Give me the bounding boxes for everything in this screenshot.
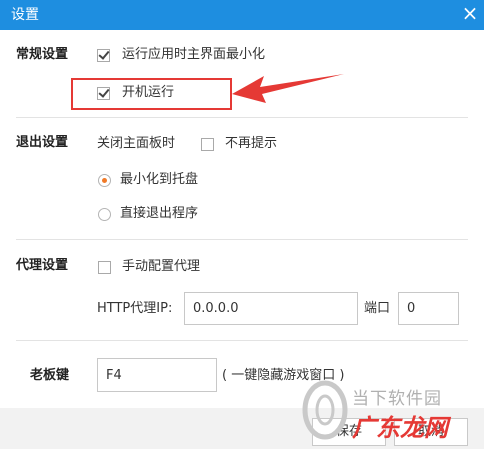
- http-proxy-ip-input[interactable]: [184, 292, 358, 325]
- exit-directly-radio[interactable]: [98, 208, 111, 221]
- manual-proxy-label: 手动配置代理: [122, 259, 201, 274]
- minimize-on-run-label: 运行应用时主界面最小化: [122, 47, 266, 62]
- port-input[interactable]: [398, 292, 459, 325]
- annotation-highlight-box: [71, 78, 232, 110]
- close-button[interactable]: ×: [458, 2, 482, 26]
- section-divider: [16, 239, 468, 240]
- minimize-to-tray-label: 最小化到托盘: [120, 172, 199, 187]
- watermark-logo-icon: [302, 380, 348, 440]
- proxy-settings-label: 代理设置: [16, 258, 69, 273]
- exit-settings-label: 退出设置: [16, 135, 69, 150]
- minimize-on-run-checkbox[interactable]: [97, 48, 110, 62]
- http-proxy-ip-label: HTTP代理IP:: [97, 301, 173, 316]
- section-divider: [16, 117, 468, 118]
- watermark-brand: 广东龙网: [352, 414, 448, 442]
- exit-directly-label: 直接退出程序: [120, 206, 199, 221]
- no-prompt-checkbox[interactable]: [201, 138, 214, 151]
- annotation-arrow-icon: [232, 74, 344, 103]
- section-divider: [16, 340, 468, 341]
- general-settings-label: 常规设置: [16, 47, 69, 62]
- manual-proxy-checkbox[interactable]: [98, 261, 111, 274]
- port-label: 端口: [364, 301, 391, 316]
- watermark: 当下软件园 广东龙网: [296, 378, 482, 449]
- boss-key-label: 老板键: [30, 368, 70, 383]
- watermark-site-name: 当下软件园: [352, 389, 442, 409]
- radio-selected-dot: [102, 178, 107, 183]
- close-icon: ×: [461, 1, 479, 25]
- close-panel-label: 关闭主面板时: [97, 136, 176, 151]
- title-bar: [0, 0, 484, 30]
- window-title: 设置: [11, 7, 39, 23]
- checkmark-icon: [98, 48, 110, 60]
- no-prompt-label: 不再提示: [225, 136, 278, 151]
- boss-key-input[interactable]: [97, 358, 217, 392]
- minimize-to-tray-radio[interactable]: [98, 174, 111, 187]
